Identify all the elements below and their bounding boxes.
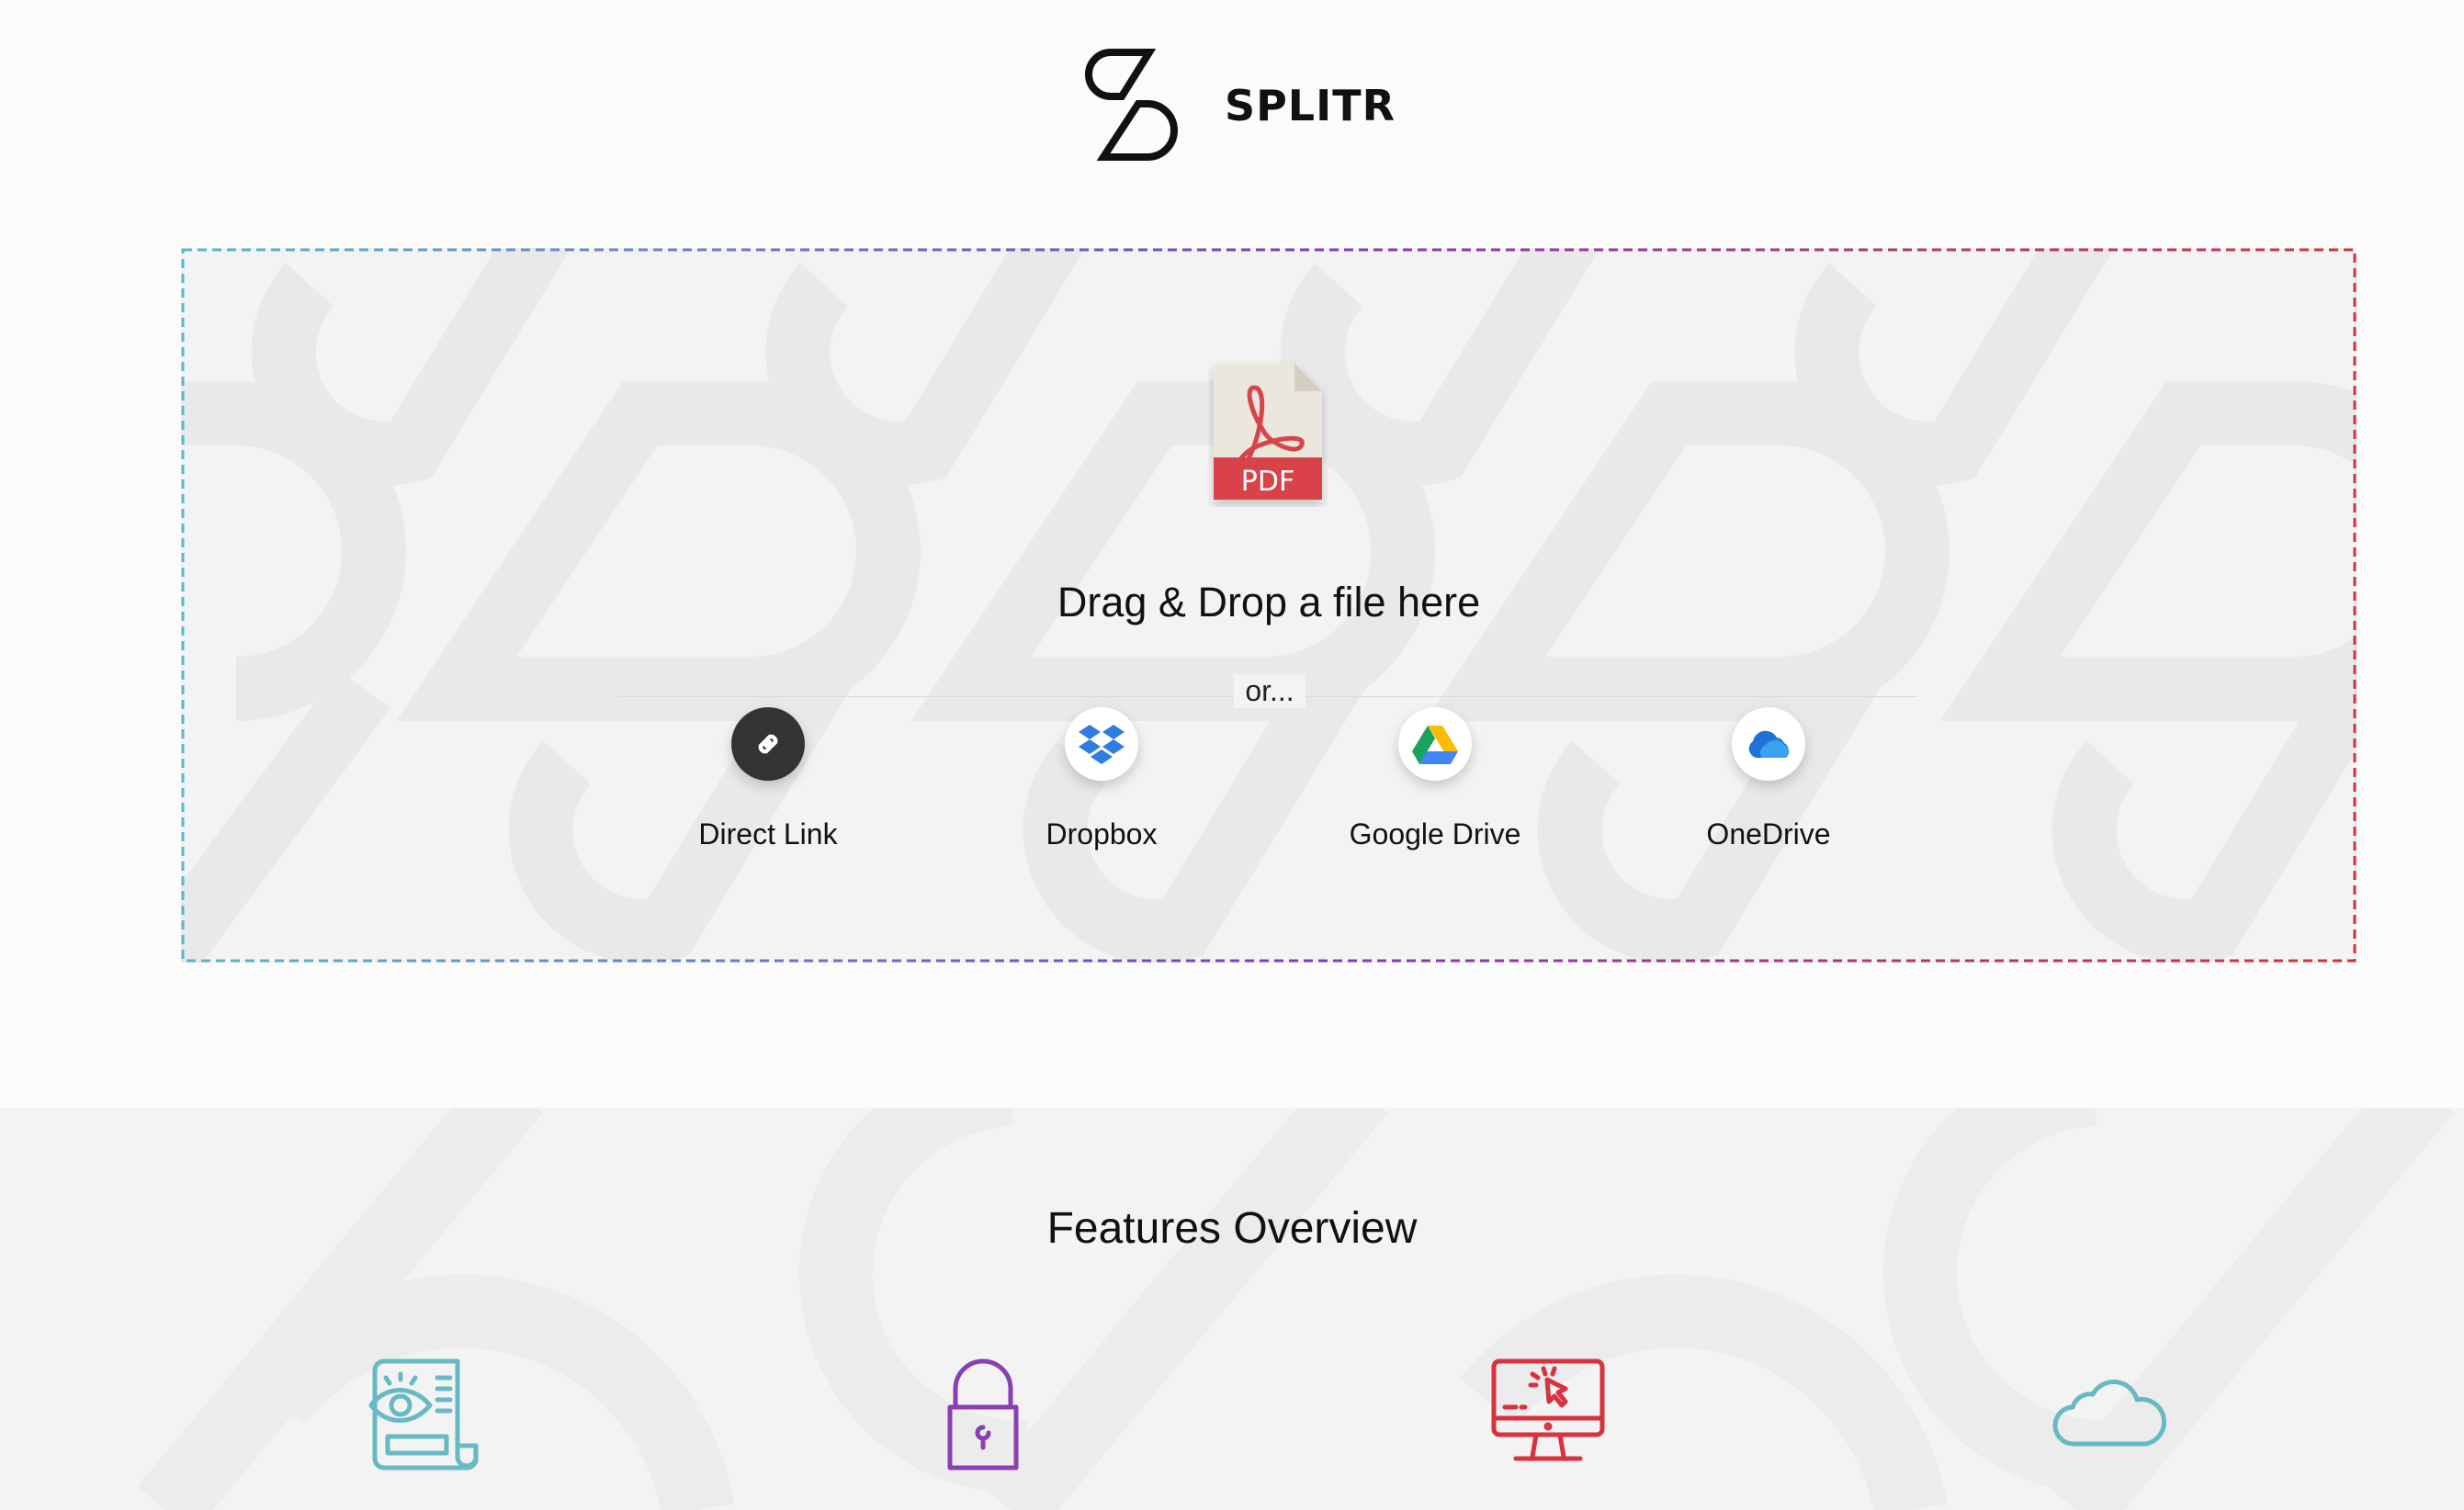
pdf-icon-label: PDF — [1241, 466, 1294, 498]
google-drive-button[interactable] — [1398, 707, 1472, 781]
google-drive-label: Google Drive — [1349, 817, 1521, 851]
dropbox-icon — [1079, 725, 1125, 764]
source-direct-link[interactable]: Direct Link — [649, 707, 887, 851]
onedrive-icon — [1748, 730, 1790, 758]
direct-link-button[interactable] — [731, 707, 805, 781]
google-drive-icon — [1412, 726, 1458, 764]
onedrive-button[interactable] — [1732, 707, 1805, 781]
document-eye-icon — [368, 1358, 479, 1471]
link-icon — [758, 734, 778, 754]
brand[interactable]: SPLITR — [1068, 45, 1396, 166]
splitr-logo-icon — [1085, 49, 1178, 161]
monitor-cursor-icon — [1491, 1358, 1605, 1461]
features-section: Features Overview — [0, 1108, 2464, 1510]
source-google-drive[interactable]: Google Drive — [1316, 707, 1554, 851]
file-drop-zone[interactable]: PDF Drag & Drop a file here or... Direct… — [181, 248, 2357, 963]
brand-name: SPLITR — [1224, 81, 1396, 130]
header: SPLITR — [0, 0, 2464, 211]
drag-drop-text: Drag & Drop a file here — [1057, 579, 1481, 625]
source-dropbox[interactable]: Dropbox — [982, 707, 1221, 851]
dropbox-button[interactable] — [1065, 707, 1138, 781]
direct-link-label: Direct Link — [698, 817, 838, 851]
features-title: Features Overview — [1046, 1204, 1418, 1253]
onedrive-label: OneDrive — [1706, 817, 1831, 851]
cloud-icon — [2052, 1379, 2166, 1447]
or-text: or... — [1234, 674, 1305, 708]
padlock-icon — [947, 1358, 1019, 1471]
source-onedrive[interactable]: OneDrive — [1649, 707, 1888, 851]
dropbox-label: Dropbox — [1046, 817, 1158, 851]
pdf-file-icon: PDF — [1214, 364, 1322, 500]
